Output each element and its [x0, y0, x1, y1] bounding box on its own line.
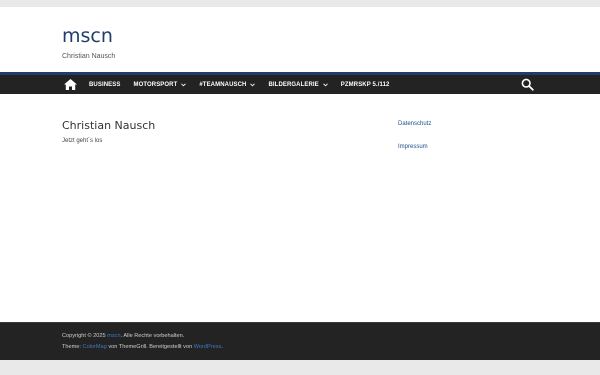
theme-prefix: Theme:: [62, 344, 81, 350]
page-title: Christian Nausch: [62, 119, 156, 132]
nav-item-label: PZMRSKP 5./112: [340, 81, 390, 88]
sidebar-link-impressum[interactable]: Impressum: [398, 144, 428, 150]
nav-item-label: BILDERGALERIE: [268, 81, 319, 88]
page-content: Jetzt geht´s los: [62, 138, 103, 144]
theme-suffix: .: [221, 344, 223, 350]
main-navigation: BUSINESS MOTORSPORT #TEAMNAUSCH BILDERGA…: [0, 72, 600, 94]
copyright-line: Copyright © 2025 mscn. Alle Rechte vorbe…: [62, 333, 184, 339]
nav-item-teamnausch[interactable]: #TEAMNAUSCH: [199, 81, 256, 88]
theme-credit-line: Theme: ColorMag von ThemeGrill. Bereitge…: [62, 344, 223, 350]
home-icon[interactable]: [62, 75, 78, 94]
nav-item-bildergalerie[interactable]: BILDERGALERIE: [268, 81, 328, 88]
nav-item-label: BUSINESS: [89, 81, 121, 88]
chevron-down-icon: [250, 82, 256, 86]
theme-link[interactable]: ColorMag: [83, 344, 107, 350]
site-title[interactable]: mscn: [62, 25, 113, 47]
copyright-prefix: Copyright © 2025: [62, 333, 106, 339]
nav-item-pzmrskp[interactable]: PZMRSKP 5./112: [341, 82, 390, 88]
nav-item-label: MOTORSPORT: [133, 81, 178, 88]
search-icon[interactable]: [521, 78, 534, 91]
wordpress-link[interactable]: WordPress: [194, 344, 222, 350]
nav-item-label: #TEAMNAUSCH: [199, 81, 247, 88]
theme-credit-text: von ThemeGrill. Bereitgestellt von: [108, 344, 193, 350]
nav-item-motorsport[interactable]: MOTORSPORT: [133, 81, 187, 88]
nav-item-business[interactable]: BUSINESS: [89, 82, 120, 88]
site-footer: Copyright © 2025 mscn. Alle Rechte vorbe…: [0, 322, 600, 360]
copyright-site-link[interactable]: mscn: [107, 333, 120, 339]
chevron-down-icon: [181, 82, 187, 86]
copyright-suffix: . Alle Rechte vorbehalten.: [120, 333, 185, 339]
site-tagline: Christian Nausch: [62, 53, 116, 60]
sidebar-link-datenschutz[interactable]: Datenschutz: [398, 121, 431, 127]
page: mscn Christian Nausch BUSINESS MOTORSPOR…: [0, 7, 600, 360]
chevron-down-icon: [322, 82, 328, 86]
